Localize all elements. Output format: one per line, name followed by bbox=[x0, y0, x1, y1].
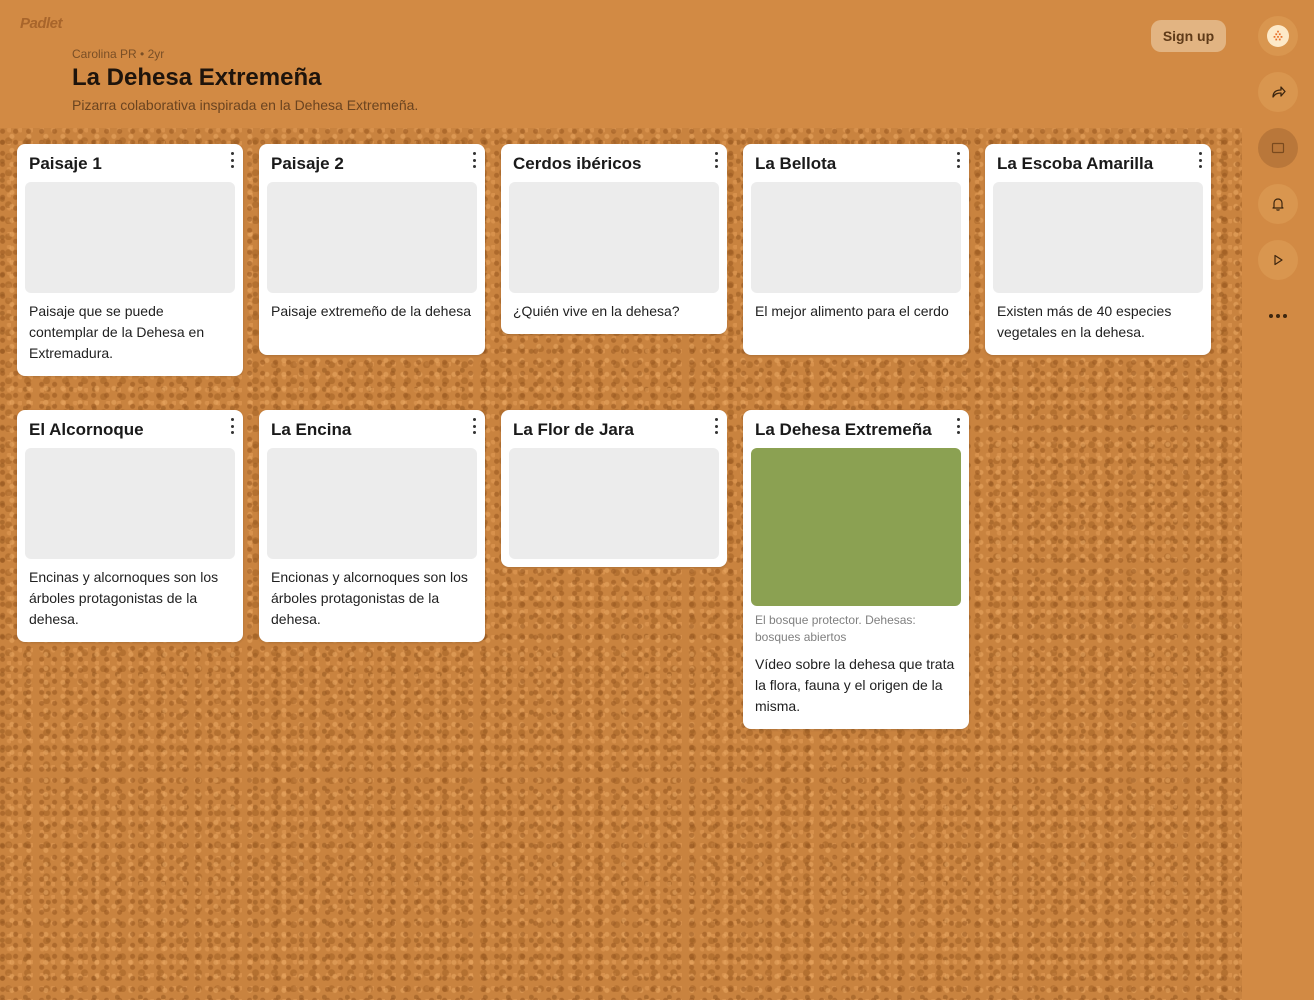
page-title: La Dehesa Extremeña bbox=[72, 64, 322, 91]
more-icon bbox=[1269, 314, 1287, 318]
post-card[interactable]: La Flor de Jara bbox=[501, 410, 727, 567]
attachment-caption: El bosque protector. Dehesas: bosques ab… bbox=[755, 613, 916, 644]
bell-icon bbox=[1272, 198, 1284, 211]
post-menu-icon[interactable] bbox=[1197, 152, 1203, 168]
post-menu-icon[interactable] bbox=[229, 418, 235, 434]
post-body: Existen más de 40 especies vegetales en … bbox=[997, 303, 1172, 340]
post-body: El mejor alimento para el cerdo bbox=[755, 303, 949, 319]
post-body: Vídeo sobre la dehesa que trata la flora… bbox=[755, 656, 955, 714]
post-title: La Encina bbox=[271, 420, 352, 439]
avatar-button[interactable] bbox=[1258, 16, 1298, 56]
share-button[interactable] bbox=[1258, 72, 1298, 112]
post-menu-icon[interactable] bbox=[955, 152, 961, 168]
post-menu-icon[interactable] bbox=[713, 418, 719, 434]
post-body: ¿Quién vive en la dehesa? bbox=[513, 303, 680, 319]
post-card[interactable]: Paisaje 1 Paisaje que se puede contempla… bbox=[17, 144, 243, 376]
post-menu-icon[interactable] bbox=[471, 418, 477, 434]
board-canvas[interactable]: Paisaje 1 Paisaje que se puede contempla… bbox=[0, 128, 1242, 1000]
post-body: Encionas y alcornoques son los árboles p… bbox=[271, 569, 468, 627]
post-title: La Dehesa Extremeña bbox=[755, 420, 932, 439]
post-menu-icon[interactable] bbox=[713, 152, 719, 168]
post-card[interactable]: El Alcornoque Encinas y alcornoques son … bbox=[17, 410, 243, 642]
post-menu-icon[interactable] bbox=[229, 152, 235, 168]
post-card[interactable]: Cerdos ibéricos ¿Quién vive en la dehesa… bbox=[501, 144, 727, 334]
post-title: Paisaje 2 bbox=[271, 154, 344, 173]
post-title: El Alcornoque bbox=[29, 420, 144, 439]
play-icon bbox=[1274, 254, 1283, 266]
post-body: Paisaje que se puede contemplar de la De… bbox=[29, 303, 205, 361]
board-header: Padlet Carolina PR • 2yr La Dehesa Extre… bbox=[0, 0, 1242, 128]
post-title: Paisaje 1 bbox=[29, 154, 102, 173]
post-menu-icon[interactable] bbox=[471, 152, 477, 168]
post-card[interactable]: La Bellota El mejor alimento para el cer… bbox=[743, 144, 969, 355]
post-title: La Escoba Amarilla bbox=[997, 154, 1154, 173]
post-attachment[interactable] bbox=[509, 448, 719, 559]
sign-up-button[interactable]: Sign up bbox=[1151, 20, 1226, 52]
post-card[interactable]: La Encina Encionas y alcornoques son los… bbox=[259, 410, 485, 642]
post-attachment[interactable] bbox=[509, 182, 719, 293]
post-card[interactable]: Paisaje 2 Paisaje extremeño de la dehesa bbox=[259, 144, 485, 355]
post-title: La Flor de Jara bbox=[513, 420, 634, 439]
post-attachment[interactable] bbox=[267, 448, 477, 559]
post-card[interactable]: La Dehesa Extremeña El bosque protector.… bbox=[743, 410, 969, 729]
remake-icon bbox=[1271, 142, 1285, 154]
slideshow-button[interactable] bbox=[1258, 240, 1298, 280]
padlet-logo[interactable]: Padlet bbox=[20, 15, 63, 32]
post-attachment[interactable] bbox=[25, 448, 235, 559]
right-action-rail bbox=[1242, 0, 1314, 1000]
remake-button[interactable] bbox=[1258, 128, 1298, 168]
post-attachment[interactable] bbox=[751, 182, 961, 293]
post-attachment[interactable] bbox=[267, 182, 477, 293]
post-menu-icon[interactable] bbox=[955, 418, 961, 434]
share-icon bbox=[1272, 86, 1286, 98]
video-thumbnail[interactable] bbox=[751, 448, 961, 606]
avatar-icon bbox=[1267, 25, 1289, 47]
page-subtitle: Pizarra colaborativa inspirada en la Deh… bbox=[72, 97, 419, 113]
post-body: Encinas y alcornoques son los árboles pr… bbox=[29, 569, 219, 627]
post-attachment[interactable] bbox=[25, 182, 235, 293]
post-attachment[interactable] bbox=[993, 182, 1203, 293]
post-title: Cerdos ibéricos bbox=[513, 154, 642, 173]
author-meta: Carolina PR • 2yr bbox=[72, 47, 165, 61]
post-title: La Bellota bbox=[755, 154, 837, 173]
post-card[interactable]: La Escoba Amarilla Existen más de 40 esp… bbox=[985, 144, 1211, 355]
notifications-button[interactable] bbox=[1258, 184, 1298, 224]
post-body: Paisaje extremeño de la dehesa bbox=[271, 303, 472, 319]
more-options-button[interactable] bbox=[1258, 296, 1298, 336]
